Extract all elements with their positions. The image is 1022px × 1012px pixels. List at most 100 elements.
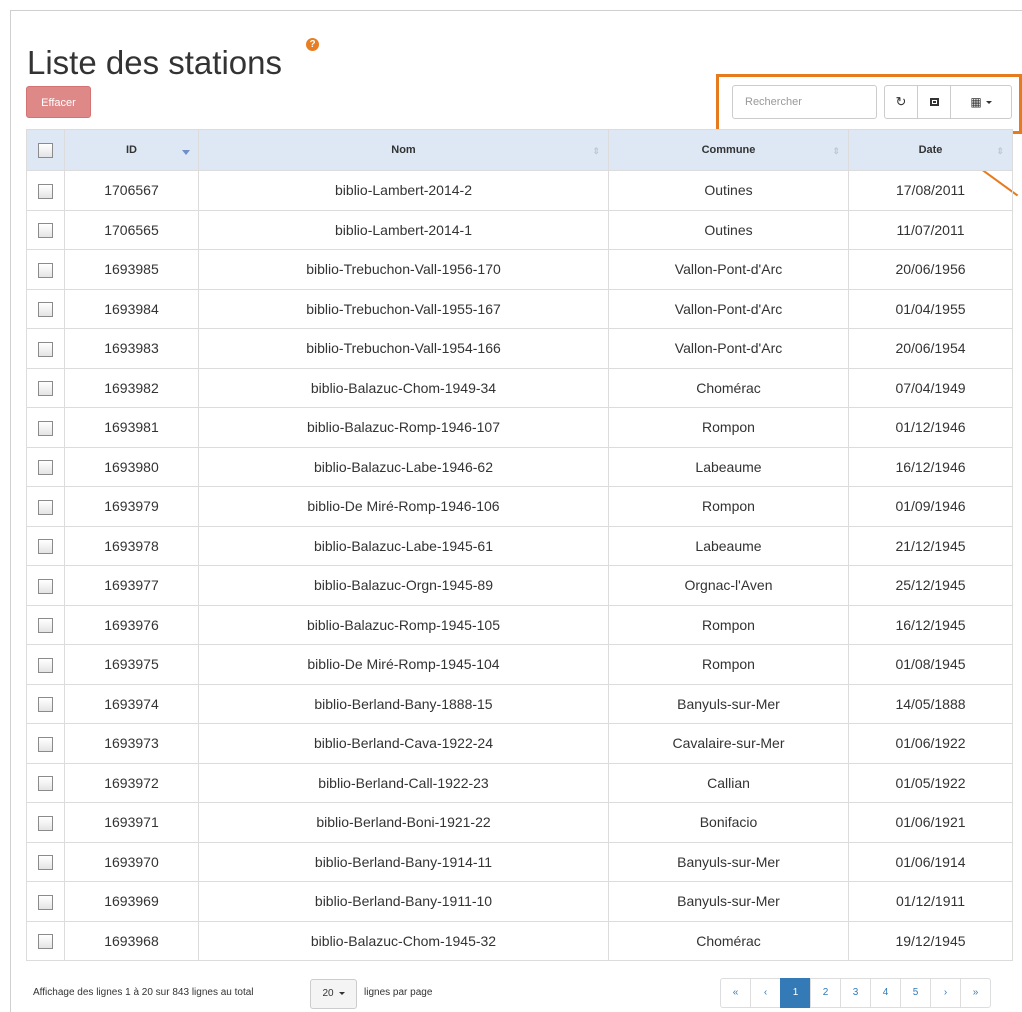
row-select-cell[interactable] [26, 604, 65, 645]
previous-page-button[interactable]: ‹ [750, 978, 781, 1008]
table-header-row: ID Nom ⇕ Commune ⇕ Date ⇕ [26, 129, 1013, 171]
table-row[interactable]: 1693978 biblio-Balazuc-Labe-1945-61 Labeau… [26, 525, 1013, 566]
row-checkbox[interactable] [38, 934, 53, 950]
page-button-3[interactable]: 3 [840, 978, 871, 1008]
cell-nom: biblio-Balazuc-Chom-1949-34 [198, 367, 609, 408]
row-checkbox[interactable] [38, 578, 53, 594]
row-checkbox[interactable] [38, 815, 53, 831]
table-row[interactable]: 1706565 biblio-Lambert-2014-1 Outines 11/07… [26, 209, 1013, 250]
next-page-button[interactable]: › [930, 978, 961, 1008]
table-row[interactable]: 1693982 biblio-Balazuc-Chom-1949-34 Chomér… [26, 367, 1013, 408]
row-select-cell[interactable] [26, 249, 65, 290]
page-top-border [10, 10, 1022, 11]
row-select-cell[interactable] [26, 446, 65, 487]
row-select-cell[interactable] [26, 920, 65, 961]
cell-id: 1706567 [64, 170, 199, 211]
table-row[interactable]: 1693971 biblio-Berland-Boni-1921-22 Bonifa… [26, 802, 1013, 843]
cell-date: 16/12/1946 [848, 446, 1013, 487]
row-checkbox[interactable] [38, 499, 53, 515]
row-select-cell[interactable] [26, 565, 65, 606]
row-checkbox[interactable] [38, 381, 53, 397]
row-checkbox[interactable] [38, 657, 53, 673]
table-row[interactable]: 1693973 biblio-Berland-Cava-1922-24 Cavala… [26, 723, 1013, 764]
row-checkbox[interactable] [38, 341, 53, 357]
row-select-cell[interactable] [26, 723, 65, 764]
table-row[interactable]: 1693983 biblio-Trebuchon-Vall-1954-166 Val… [26, 328, 1013, 369]
row-checkbox[interactable] [38, 420, 53, 436]
row-select-cell[interactable] [26, 407, 65, 448]
table-row[interactable]: 1693977 biblio-Balazuc-Orgn-1945-89 Orgnac… [26, 565, 1013, 606]
row-checkbox[interactable] [38, 460, 53, 476]
row-checkbox[interactable] [38, 302, 53, 318]
row-select-cell[interactable] [26, 170, 65, 211]
table-row[interactable]: 1693980 biblio-Balazuc-Labe-1946-62 Labeau… [26, 446, 1013, 487]
row-select-cell[interactable] [26, 644, 65, 685]
search-input[interactable] [732, 85, 877, 119]
first-page-button[interactable]: « [720, 978, 751, 1008]
cell-nom: biblio-Trebuchon-Vall-1956-170 [198, 249, 609, 290]
columns-icon: ▦ [970, 95, 981, 109]
page-size-dropdown[interactable]: 20 [310, 979, 357, 1009]
row-select-cell[interactable] [26, 881, 65, 922]
table-row[interactable]: 1693972 biblio-Berland-Call-1922-23 Callia… [26, 762, 1013, 803]
table-row[interactable]: 1693984 biblio-Trebuchon-Vall-1955-167 Val… [26, 288, 1013, 329]
table-row[interactable]: 1693975 biblio-De Miré-Romp-1945-104 Rompo… [26, 644, 1013, 685]
row-checkbox[interactable] [38, 223, 53, 239]
column-header-id[interactable]: ID [64, 129, 199, 171]
table-row[interactable]: 1693981 biblio-Balazuc-Romp-1946-107 Rompo… [26, 407, 1013, 448]
row-select-cell[interactable] [26, 762, 65, 803]
row-select-cell[interactable] [26, 328, 65, 369]
row-checkbox[interactable] [38, 736, 53, 752]
column-header-date[interactable]: Date ⇕ [848, 129, 1013, 171]
row-checkbox[interactable] [38, 183, 53, 199]
row-select-cell[interactable] [26, 802, 65, 843]
row-checkbox[interactable] [38, 618, 53, 634]
table-row[interactable]: 1693985 biblio-Trebuchon-Vall-1956-170 Val… [26, 249, 1013, 290]
table-row[interactable]: 1706567 biblio-Lambert-2014-2 Outines 17/08… [26, 170, 1013, 211]
row-checkbox[interactable] [38, 539, 53, 555]
help-icon[interactable]: ? [306, 38, 319, 51]
page-button-2[interactable]: 2 [810, 978, 841, 1008]
row-checkbox[interactable] [38, 262, 53, 278]
column-header-commune[interactable]: Commune ⇕ [608, 129, 849, 171]
select-all-checkbox[interactable] [38, 142, 53, 158]
page-button-4[interactable]: 4 [870, 978, 901, 1008]
table-row[interactable]: 1693969 biblio-Berland-Bany-1911-10 Banyul… [26, 881, 1013, 922]
row-select-cell[interactable] [26, 683, 65, 724]
row-checkbox[interactable] [38, 855, 53, 871]
row-select-cell[interactable] [26, 525, 65, 566]
cell-date: 25/12/1945 [848, 565, 1013, 606]
table-row[interactable]: 1693970 biblio-Berland-Bany-1914-11 Banyul… [26, 841, 1013, 882]
page-size-label: lignes par page [364, 987, 433, 998]
table-row[interactable]: 1693976 biblio-Balazuc-Romp-1945-105 Rompo… [26, 604, 1013, 645]
delete-button[interactable]: Effacer [26, 86, 91, 118]
row-checkbox[interactable] [38, 697, 53, 713]
pagination-info: Affichage des lignes 1 à 20 sur 843 lign… [33, 987, 254, 998]
refresh-button[interactable]: ↻ [884, 85, 918, 119]
column-header-nom[interactable]: Nom ⇕ [198, 129, 609, 171]
cell-commune: Callian [608, 762, 849, 803]
row-select-cell[interactable] [26, 288, 65, 329]
last-page-button[interactable]: » [960, 978, 991, 1008]
row-select-cell[interactable] [26, 367, 65, 408]
row-select-cell[interactable] [26, 841, 65, 882]
cell-id: 1693975 [64, 644, 199, 685]
column-header-date-label: Date [918, 144, 943, 156]
toggle-view-icon [929, 98, 939, 106]
page-button-5[interactable]: 5 [900, 978, 931, 1008]
table-row[interactable]: 1693974 biblio-Berland-Bany-1888-15 Banyul… [26, 683, 1013, 724]
row-checkbox[interactable] [38, 894, 53, 910]
row-select-cell[interactable] [26, 209, 65, 250]
cell-commune: Banyuls-sur-Mer [608, 683, 849, 724]
page-button-1[interactable]: 1 [780, 978, 811, 1008]
toggle-view-button[interactable] [917, 85, 951, 119]
table-row[interactable]: 1693968 biblio-Balazuc-Chom-1945-32 Chomér… [26, 920, 1013, 961]
columns-button[interactable]: ▦ [950, 85, 1012, 119]
select-all-cell[interactable] [26, 129, 65, 171]
table-row[interactable]: 1693979 biblio-De Miré-Romp-1946-106 Rompo… [26, 486, 1013, 527]
cell-commune: Rompon [608, 407, 849, 448]
cell-date: 17/08/2011 [848, 170, 1013, 211]
row-select-cell[interactable] [26, 486, 65, 527]
cell-commune: Bonifacio [608, 802, 849, 843]
row-checkbox[interactable] [38, 776, 53, 792]
